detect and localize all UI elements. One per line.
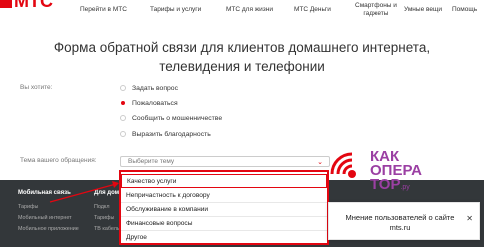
radio-report-fraud[interactable]: Сообщить о мошенничестве: [120, 112, 222, 124]
nav-item-money[interactable]: МТС Деньги: [294, 6, 331, 14]
radio-button[interactable]: [120, 115, 126, 121]
watermark-text: КАК ОПЕРА ТОР.ру: [370, 149, 422, 195]
feedback-popup-text: Мнение пользователей о сайте mts.ru: [345, 213, 455, 232]
signal-icon: [330, 152, 356, 178]
nav-item-mts[interactable]: Перейти в МТС: [80, 6, 127, 14]
nav-item-help[interactable]: Помощь: [452, 6, 477, 14]
footer-link[interactable]: Тарифы: [94, 215, 114, 221]
topic-select-placeholder: Выберите тему: [128, 158, 175, 165]
footer-heading-mobile[interactable]: Мобильная связь: [18, 190, 71, 196]
radio-button-checked[interactable]: [121, 101, 125, 105]
topic-label: Тема вашего обращения:: [20, 157, 97, 164]
radio-label: Сообщить о мошенничестве: [132, 114, 223, 122]
watermark-suffix: .ру: [400, 184, 410, 191]
close-icon[interactable]: ✕: [466, 214, 473, 223]
topic-option-contract[interactable]: Непричастность к договору: [121, 189, 327, 203]
radio-button[interactable]: [120, 85, 126, 91]
nav-item-tariffs[interactable]: Тарифы и услуги: [150, 6, 201, 14]
nav-item-life[interactable]: МТС для жизни: [226, 6, 273, 14]
radio-thank[interactable]: Выразить благодарность: [120, 128, 211, 140]
radio-complain[interactable]: Пожаловаться: [120, 97, 178, 109]
top-navigation: Перейти в МТС Тарифы и услуги МТС для жи…: [0, 0, 484, 24]
topic-dropdown-list: Качество услуги Непричастность к договор…: [119, 170, 329, 245]
radio-label: Задать вопрос: [132, 84, 178, 92]
topic-select[interactable]: Выберите тему ⌄: [120, 156, 330, 167]
question-label: Вы хотите:: [20, 84, 53, 91]
radio-ask-question[interactable]: Задать вопрос: [120, 82, 178, 94]
footer-link[interactable]: Мобильный интернет: [18, 215, 72, 221]
watermark-line3: ТОР.ру: [370, 176, 422, 195]
chevron-down-icon: ⌄: [317, 159, 323, 166]
radio-label: Пожаловаться: [132, 99, 178, 107]
footer-link[interactable]: Подкл: [94, 204, 109, 210]
watermark-line3-text: ТОР: [370, 176, 401, 193]
feedback-popup[interactable]: Мнение пользователей о сайте mts.ru ✕: [328, 202, 480, 240]
radio-label: Выразить благодарность: [132, 130, 211, 138]
footer-link[interactable]: ТВ кабель: [94, 226, 120, 232]
nav-item-smartphones[interactable]: Смартфоны и гаджеты: [355, 2, 397, 18]
watermark-logo: КАК ОПЕРА ТОР.ру: [330, 148, 430, 198]
footer-link[interactable]: Мобильное приложение: [18, 226, 79, 232]
topic-option-quality[interactable]: Качество услуги: [121, 174, 327, 188]
topic-option-service[interactable]: Обслуживание в компании: [121, 203, 327, 217]
page-title: Форма обратной связи для клиентов домашн…: [53, 40, 431, 74]
footer-link[interactable]: Тарифы: [18, 204, 38, 210]
topic-option-other[interactable]: Другое: [121, 231, 327, 245]
nav-item-smart-things[interactable]: Умные вещи: [404, 6, 442, 14]
nav-item-smartphones-line2: гаджеты: [363, 10, 389, 17]
nav-item-smartphones-line1: Смартфоны и: [355, 2, 397, 9]
topic-option-finance[interactable]: Финансовые вопросы: [121, 217, 327, 231]
radio-button[interactable]: [120, 131, 126, 137]
